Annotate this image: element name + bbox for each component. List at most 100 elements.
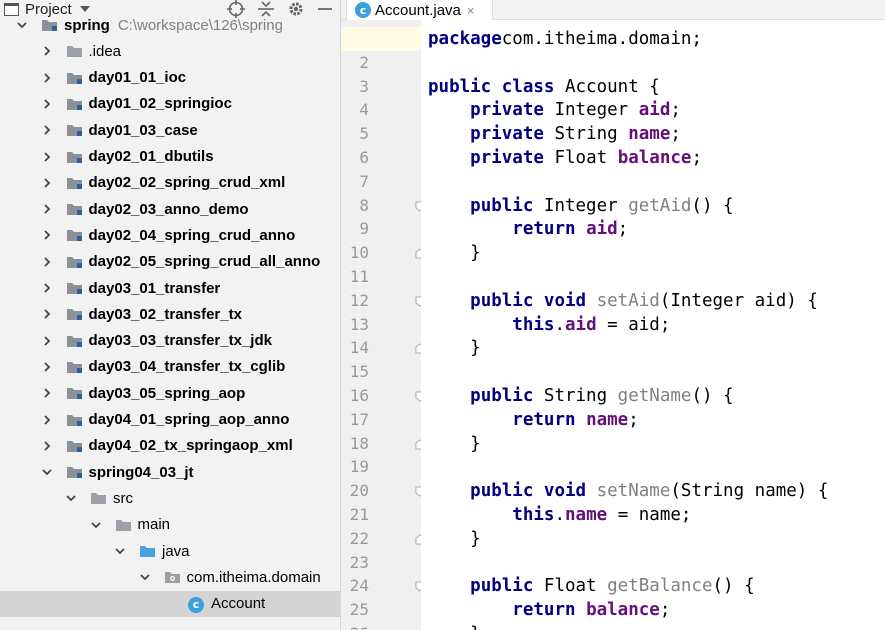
chevron-right-icon[interactable] xyxy=(41,97,53,111)
chevron-down-icon[interactable] xyxy=(90,518,102,532)
chevron-right-icon[interactable] xyxy=(41,71,53,85)
tree-item[interactable]: src xyxy=(0,485,340,511)
chevron-right-icon[interactable] xyxy=(41,176,53,190)
tree-item[interactable]: day02_01_dbutils xyxy=(0,144,340,170)
tree-item[interactable]: c Account xyxy=(0,590,340,617)
code-line: packagecom.itheima.domain; xyxy=(428,27,702,51)
tree-item-label: day02_04_spring_crud_anno xyxy=(88,226,296,244)
tree-item[interactable]: day03_01_transfer xyxy=(0,275,340,301)
code-keyword: this xyxy=(512,314,555,335)
chevron-down-icon[interactable] xyxy=(65,491,77,505)
chevron-right-icon[interactable] xyxy=(41,334,53,348)
module-folder-icon xyxy=(66,414,82,426)
chevron-right-icon[interactable] xyxy=(41,228,53,242)
code-keyword: this xyxy=(512,505,555,525)
tree-item[interactable]: main xyxy=(0,512,340,538)
source-folder-icon xyxy=(140,546,155,557)
chevron-right-icon[interactable] xyxy=(41,281,53,295)
tree-item[interactable]: java xyxy=(0,538,340,564)
tree-item-label: day02_03_anno_demo xyxy=(88,200,249,218)
code-method: setAid xyxy=(596,290,660,311)
code-line: public void setName(String name) { xyxy=(428,479,828,503)
line-number: 18 xyxy=(349,433,369,453)
chevron-right-icon[interactable] xyxy=(41,150,53,164)
chevron-right-icon[interactable] xyxy=(41,360,53,374)
tree-item-icon xyxy=(41,18,57,31)
code-editor[interactable]: packagecom.itheima.domain; public class A… xyxy=(421,20,885,630)
tree-item[interactable]: day03_03_transfer_tx_jdk xyxy=(0,328,340,354)
tree-item[interactable]: day02_02_spring_crud_xml xyxy=(0,170,340,196)
java-class-icon: c xyxy=(355,2,371,18)
tree-item[interactable]: day04_01_spring_aop_anno xyxy=(0,407,340,433)
line-number: 10 xyxy=(349,243,369,263)
chevron-right-icon[interactable] xyxy=(41,255,53,269)
code-keyword: public xyxy=(470,576,534,597)
code-field: name xyxy=(628,124,671,145)
tree-item[interactable]: day02_04_spring_crud_anno xyxy=(0,222,340,248)
code-line: public Float getBalance() { xyxy=(428,574,755,598)
code-text: Float xyxy=(533,576,608,597)
tree-item[interactable]: day03_02_transfer_tx xyxy=(0,301,340,327)
code-text: ; xyxy=(659,600,671,621)
code-field: balance xyxy=(586,600,660,621)
code-text: () { xyxy=(712,576,755,597)
tree-item-label: com.itheima.domain xyxy=(186,568,321,586)
tree-item[interactable]: com.itheima.domain xyxy=(0,564,340,590)
code-text: ; xyxy=(670,124,681,145)
tree-item[interactable]: day03_04_transfer_tx_cglib xyxy=(0,354,340,380)
tree-item-label: day02_05_spring_crud_all_anno xyxy=(88,253,321,271)
code-line: this.aid = aid; xyxy=(428,313,670,337)
tree-item[interactable]: day03_05_spring_aop xyxy=(0,380,340,406)
chevron-right-icon[interactable] xyxy=(41,386,53,400)
tree-item[interactable]: day02_03_anno_demo xyxy=(0,196,340,222)
line-number: 9 xyxy=(359,219,369,239)
tree-item[interactable]: day02_05_spring_crud_all_anno xyxy=(0,249,340,275)
tree-item-icon xyxy=(66,360,82,373)
code-field: aid xyxy=(638,100,671,121)
code-text: . xyxy=(554,505,565,525)
line-number: 21 xyxy=(349,505,369,524)
tree-item[interactable]: day01_01_ioc xyxy=(0,65,340,91)
code-text: ; xyxy=(628,409,639,430)
tree-item-label: java xyxy=(162,542,190,560)
tree-item-icon xyxy=(66,202,82,216)
chevron-right-icon[interactable] xyxy=(41,123,53,137)
code-line: public void setAid(Integer aid) { xyxy=(428,289,818,313)
code-text: Float xyxy=(543,148,618,168)
code-keyword: private xyxy=(470,148,544,168)
tree-item-label: day04_02_tx_springaop_xml xyxy=(88,437,293,455)
chevron-down-icon[interactable] xyxy=(114,544,126,558)
tree-item-label: day04_01_spring_aop_anno xyxy=(88,411,290,428)
code-text: ; xyxy=(670,100,681,121)
code-line: } xyxy=(428,622,481,630)
tree-item-label: day03_02_transfer_tx xyxy=(88,305,242,323)
chevron-right-icon[interactable] xyxy=(41,307,53,321)
code-method: getAid xyxy=(628,195,692,216)
tree-item[interactable]: day04_02_tx_springaop_xml xyxy=(0,433,340,459)
tree-item-label: main xyxy=(137,516,171,534)
chevron-down-icon[interactable] xyxy=(16,18,28,32)
tree-item[interactable]: spring04_03_jt xyxy=(0,459,340,485)
chevron-right-icon[interactable] xyxy=(41,44,53,58)
close-tab-icon[interactable]: × xyxy=(467,3,475,18)
tree-item[interactable]: day01_02_springioc xyxy=(0,91,340,117)
chevron-right-icon[interactable] xyxy=(41,439,53,453)
code-keyword: return xyxy=(512,409,576,430)
module-folder-icon xyxy=(66,125,82,137)
chevron-down-icon[interactable] xyxy=(41,465,53,479)
tree-item[interactable]: .idea xyxy=(0,38,340,64)
code-keyword: public xyxy=(470,195,534,216)
line-number: 3 xyxy=(359,76,369,96)
chevron-right-icon[interactable] xyxy=(41,202,53,216)
tab-label: Account.java xyxy=(375,1,461,19)
chevron-down-icon[interactable] xyxy=(139,570,151,584)
tree-item[interactable]: spring C:\workspace\126\spring xyxy=(0,12,340,38)
tree-item[interactable]: day01_03_case xyxy=(0,117,340,143)
module-folder-icon xyxy=(66,177,82,189)
tab-account-java[interactable]: c Account.java × xyxy=(346,0,493,20)
chevron-right-icon[interactable] xyxy=(41,413,53,427)
